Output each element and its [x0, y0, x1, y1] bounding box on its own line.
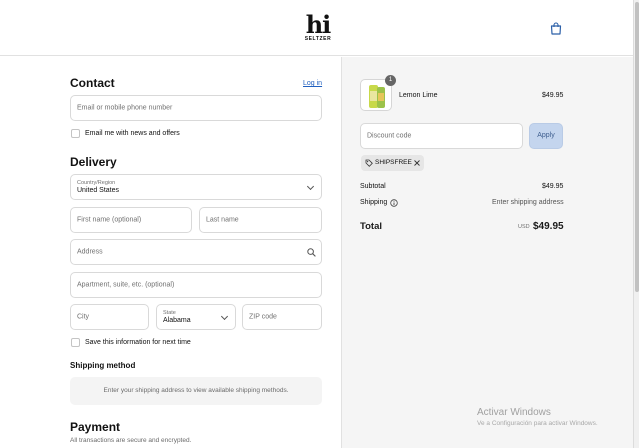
product-price: $49.95 [542, 92, 564, 99]
shipping-value: Enter shipping address [492, 199, 564, 206]
product-image [369, 85, 385, 108]
windows-activation-subtitle: Ve a Configuración para activar Windows. [477, 420, 598, 427]
header: hi SELTZER [0, 0, 639, 56]
country-select[interactable]: Country/Region United States [70, 174, 322, 200]
email-placeholder: Email or mobile phone number [77, 104, 173, 112]
city-placeholder: City [77, 313, 90, 321]
close-icon[interactable] [414, 160, 420, 166]
save-info-label: Save this information for next time [85, 339, 191, 346]
discount-chip: SHIPSFREE [361, 155, 424, 171]
address-placeholder: Address [77, 248, 103, 256]
last-name-field[interactable]: Last name [199, 207, 322, 233]
email-field[interactable]: Email or mobile phone number [70, 95, 322, 121]
state-label: State [163, 310, 176, 316]
total-value: $49.95 [533, 221, 564, 232]
discount-placeholder: Discount code [367, 132, 412, 140]
country-value: United States [77, 187, 120, 194]
city-field[interactable]: City [70, 304, 149, 330]
last-name-placeholder: Last name [206, 216, 239, 224]
logo-subtext: SELTZER [304, 36, 332, 42]
scrollbar-thumb[interactable] [635, 2, 639, 292]
news-checkbox[interactable] [71, 129, 80, 138]
login-link[interactable]: Log in [303, 80, 322, 87]
chevron-down-icon [306, 182, 315, 191]
country-label: Country/Region [77, 180, 116, 186]
contact-heading: Contact [70, 76, 115, 90]
order-summary [341, 57, 633, 448]
shipping-label: Shipping [360, 199, 388, 206]
zip-placeholder: ZIP code [249, 313, 277, 321]
product-name: Lemon Lime [399, 92, 438, 99]
info-icon[interactable] [390, 199, 398, 207]
chevron-down-icon [220, 312, 229, 321]
zip-field[interactable]: ZIP code [242, 304, 322, 330]
apartment-placeholder: Apartment, suite, etc. (optional) [77, 281, 175, 289]
subtotal-value: $49.95 [542, 183, 564, 190]
first-name-placeholder: First name (optional) [77, 216, 142, 224]
shopping-bag-icon[interactable] [550, 22, 562, 35]
tag-icon [365, 159, 373, 167]
discount-code-field[interactable]: Discount code [360, 123, 523, 149]
first-name-field[interactable]: First name (optional) [70, 207, 192, 233]
payment-heading: Payment [70, 420, 121, 434]
product-quantity-badge: 1 [385, 75, 396, 86]
page-scrollbar[interactable] [633, 0, 639, 448]
apply-button[interactable]: Apply [529, 123, 563, 149]
total-currency: USD [518, 224, 530, 230]
windows-activation-title: Activar Windows [477, 407, 551, 418]
state-select[interactable]: State Alabama [156, 304, 236, 330]
search-icon[interactable] [307, 248, 316, 257]
total-label: Total [360, 221, 382, 232]
brand-logo[interactable]: hi SELTZER [303, 10, 333, 43]
shipping-method-heading: Shipping method [70, 361, 136, 370]
logo-mark: hi [305, 10, 332, 39]
payment-subtitle: All transactions are secure and encrypte… [70, 437, 192, 444]
subtotal-label: Subtotal [360, 183, 386, 190]
delivery-heading: Delivery [70, 155, 117, 169]
news-checkbox-label: Email me with news and offers [85, 130, 180, 137]
address-field[interactable]: Address [70, 239, 322, 265]
discount-chip-label: SHIPSFREE [375, 159, 412, 166]
state-value: Alabama [163, 317, 191, 324]
save-info-checkbox[interactable] [71, 338, 80, 347]
shipping-method-notice: Enter your shipping address to view avai… [70, 377, 322, 405]
apartment-field[interactable]: Apartment, suite, etc. (optional) [70, 272, 322, 298]
